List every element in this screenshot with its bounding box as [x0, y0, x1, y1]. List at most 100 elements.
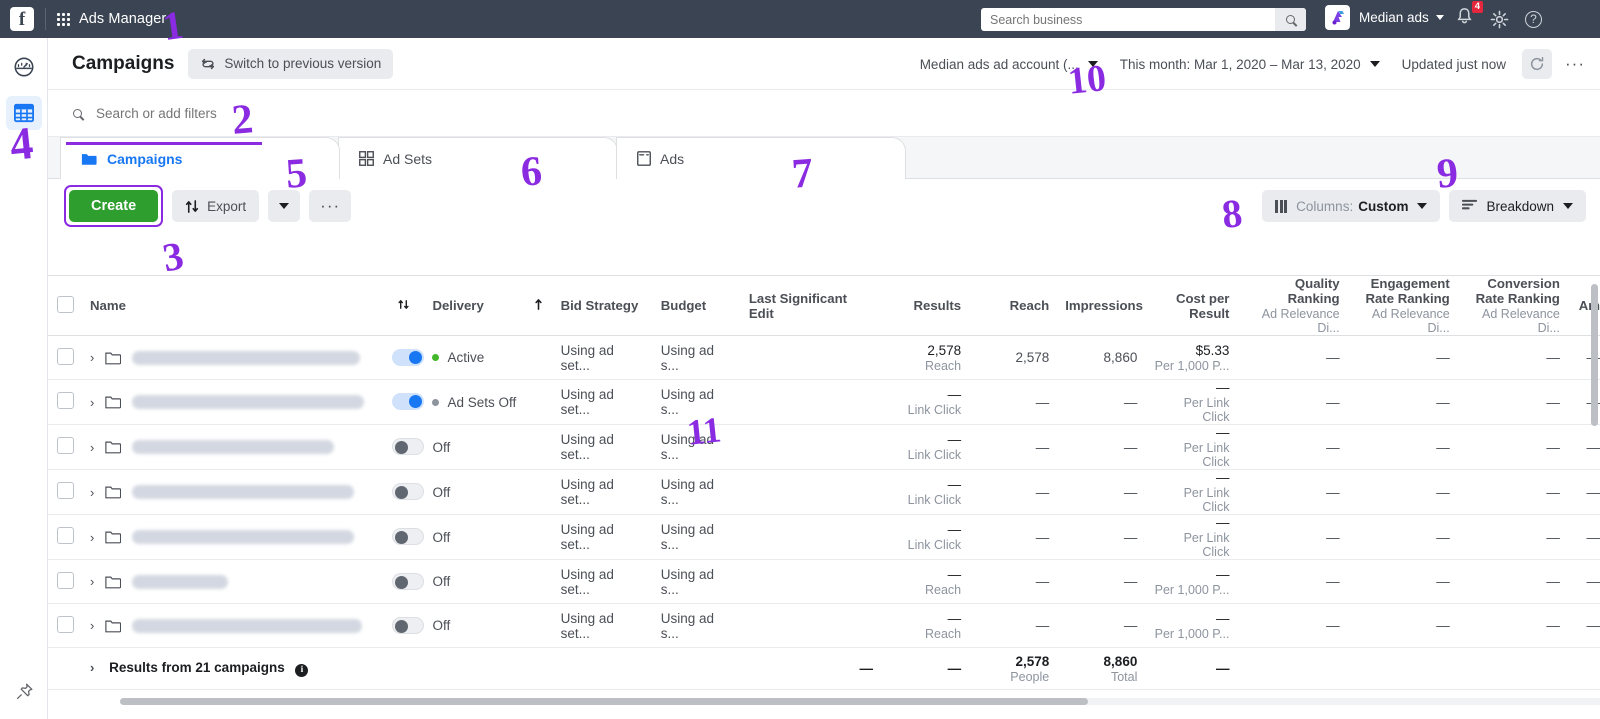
- table-row[interactable]: › Active Using ad set... Using ad s... 2,578…: [48, 335, 1600, 380]
- table-row[interactable]: › Off Using ad set... Using ad s... — Link Cl…: [48, 469, 1600, 515]
- table-row[interactable]: › Ad Sets Off Using ad set... Using ad s...…: [48, 379, 1600, 425]
- header-quality-ranking[interactable]: Quality Ranking Ad Relevance Di...: [1237, 275, 1348, 336]
- info-icon[interactable]: i: [295, 664, 309, 677]
- select-all-header[interactable]: [48, 275, 83, 336]
- table-row[interactable]: › Off Using ad set... Using ad s... — Link Cl…: [48, 424, 1600, 470]
- switch-version-button[interactable]: Switch to previous version: [188, 48, 394, 79]
- row-checkbox[interactable]: [56, 482, 74, 499]
- chevron-down-icon[interactable]: [1417, 203, 1428, 209]
- more-actions-button[interactable]: ···: [309, 190, 352, 222]
- row-select-cell[interactable]: [48, 603, 83, 648]
- footer-summary-cell[interactable]: › Results from 21 campaigns i: [82, 647, 425, 690]
- row-select-cell[interactable]: [48, 559, 83, 604]
- search-input[interactable]: [96, 105, 396, 121]
- header-sort-toggle[interactable]: [382, 275, 425, 336]
- refresh-button[interactable]: [1522, 49, 1552, 79]
- ad-account-selector[interactable]: Median ads ad account (...: [920, 57, 1098, 72]
- header-bid-strategy[interactable]: Bid Strategy: [552, 275, 653, 336]
- row-delivery-cell[interactable]: Active: [392, 335, 525, 380]
- header-impressions[interactable]: Impressions: [1057, 275, 1146, 336]
- chevron-down-icon[interactable]: [1369, 61, 1380, 67]
- row-name-cell[interactable]: ›: [82, 603, 383, 648]
- row-name-cell[interactable]: ›: [82, 335, 383, 380]
- row-delivery-cell[interactable]: Off: [392, 559, 525, 604]
- rail-item-campaigns-table[interactable]: [5, 96, 42, 130]
- chevron-right-icon[interactable]: ›: [90, 660, 94, 675]
- row-status-toggle[interactable]: [392, 617, 425, 634]
- row-delivery-cell[interactable]: Off: [392, 514, 525, 560]
- chevron-right-icon[interactable]: ›: [90, 485, 94, 500]
- row-name-cell[interactable]: ›: [82, 469, 383, 515]
- search-icon[interactable]: [1275, 8, 1306, 31]
- row-status-toggle[interactable]: [392, 573, 425, 590]
- row-select-cell[interactable]: [48, 424, 83, 470]
- table-row[interactable]: › Off Using ad set... Using ad s... — Reach — —…: [48, 559, 1600, 604]
- row-select-cell[interactable]: [48, 335, 83, 380]
- chevron-down-icon[interactable]: [1435, 15, 1444, 20]
- row-select-cell[interactable]: [48, 514, 83, 560]
- tab-ads[interactable]: Ads: [616, 137, 906, 179]
- row-name-cell[interactable]: ›: [82, 514, 383, 560]
- app-grid-icon[interactable]: [57, 12, 70, 26]
- help-icon[interactable]: ?: [1525, 10, 1542, 28]
- row-name-cell[interactable]: ›: [82, 379, 383, 425]
- chevron-down-icon[interactable]: [1087, 61, 1098, 67]
- chevron-right-icon[interactable]: ›: [90, 530, 94, 545]
- columns-button[interactable]: Columns: Custom: [1262, 190, 1441, 222]
- gear-icon[interactable]: [1490, 10, 1509, 29]
- chevron-down-icon[interactable]: [279, 203, 290, 209]
- row-checkbox[interactable]: [56, 571, 74, 589]
- business-search-input[interactable]: [981, 12, 1275, 27]
- table-row[interactable]: › Off Using ad set... Using ad s... — Reach — —…: [48, 603, 1600, 648]
- header-reach[interactable]: Reach: [969, 275, 1058, 336]
- row-select-cell[interactable]: [48, 469, 83, 515]
- select-all-checkbox[interactable]: [56, 295, 74, 313]
- export-dropdown-button[interactable]: [268, 190, 301, 222]
- notifications-button[interactable]: 4: [1455, 1, 1483, 31]
- row-checkbox[interactable]: [56, 437, 74, 454]
- row-delivery-cell[interactable]: Ad Sets Off: [392, 379, 525, 425]
- page-more-button[interactable]: ···: [1560, 49, 1590, 79]
- row-name-cell[interactable]: ›: [82, 424, 383, 470]
- header-name[interactable]: Name: [82, 275, 383, 336]
- row-name-cell[interactable]: ›: [82, 559, 383, 604]
- row-checkbox[interactable]: [56, 347, 74, 365]
- chevron-right-icon[interactable]: ›: [90, 574, 94, 589]
- row-delivery-cell[interactable]: Off: [392, 603, 525, 648]
- chevron-down-icon[interactable]: [1563, 203, 1573, 209]
- business-search[interactable]: [981, 8, 1306, 31]
- vertical-scrollbar[interactable]: [1591, 284, 1598, 426]
- header-engagement-ranking[interactable]: Engagement Rate Ranking Ad Relevance Di.…: [1347, 275, 1458, 336]
- chevron-right-icon[interactable]: ›: [90, 440, 94, 455]
- date-range-selector[interactable]: This month: Mar 1, 2020 – Mar 13, 2020: [1120, 57, 1380, 72]
- row-status-toggle[interactable]: [392, 438, 425, 455]
- header-sort-arrow[interactable]: [524, 275, 553, 336]
- tab-ad-sets[interactable]: Ad Sets: [338, 137, 618, 179]
- chevron-right-icon[interactable]: ›: [90, 350, 94, 365]
- header-delivery[interactable]: Delivery: [424, 275, 525, 336]
- facebook-logo-icon[interactable]: f: [10, 7, 34, 31]
- table-row[interactable]: › Off Using ad set... Using ad s... — Link Cl…: [48, 514, 1600, 560]
- row-delivery-cell[interactable]: Off: [392, 469, 525, 515]
- row-status-toggle[interactable]: [392, 349, 425, 366]
- create-button[interactable]: Create: [69, 190, 159, 222]
- header-conversion-ranking[interactable]: Conversion Rate Ranking Ad Relevance Di.…: [1457, 275, 1568, 336]
- breakdown-button[interactable]: Breakdown: [1449, 190, 1586, 222]
- filter-search-box[interactable]: [64, 95, 1584, 131]
- header-results[interactable]: Results: [881, 275, 970, 336]
- header-last-edit[interactable]: Last Significant Edit: [740, 275, 882, 336]
- row-checkbox[interactable]: [56, 392, 74, 409]
- campaigns-table-wrapper[interactable]: Name Delivery Bid Strategy Budget Last S…: [48, 275, 1600, 695]
- export-button[interactable]: Export: [172, 190, 260, 222]
- header-budget[interactable]: Budget: [652, 275, 741, 336]
- account-switcher[interactable]: Median ads: [1325, 5, 1444, 30]
- row-status-toggle[interactable]: [392, 393, 425, 410]
- row-checkbox[interactable]: [56, 527, 74, 544]
- row-status-toggle[interactable]: [392, 483, 425, 500]
- header-cost-per-result[interactable]: Cost per Result: [1145, 275, 1238, 336]
- row-checkbox[interactable]: [56, 615, 74, 633]
- row-delivery-cell[interactable]: Off: [392, 424, 525, 470]
- horizontal-scrollbar[interactable]: [120, 698, 1088, 705]
- pin-sidebar-button[interactable]: [0, 682, 48, 701]
- row-status-toggle[interactable]: [392, 528, 425, 545]
